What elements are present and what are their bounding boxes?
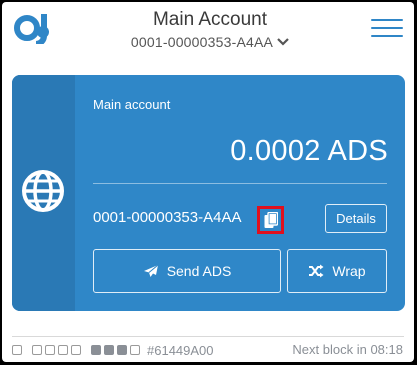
divider [93, 183, 387, 184]
wrap-button[interactable]: Wrap [287, 249, 387, 293]
card-account-address: 0001-00000353-A4AA [93, 209, 242, 226]
app-window: Main Account 0001-00000353-A4AA Main acc… [2, 2, 414, 362]
copy-icon [264, 211, 278, 228]
balance-amount: 0.0002 ADS [230, 135, 388, 167]
status-square [58, 345, 68, 355]
header: Main Account 0001-00000353-A4AA [2, 2, 414, 64]
card-sidebar [12, 75, 75, 311]
chevron-down-icon [277, 38, 289, 46]
status-square [71, 345, 81, 355]
account-header: Main Account 0001-00000353-A4AA [92, 8, 328, 52]
next-block-timer: Next block in 08:18 [292, 342, 403, 357]
status-square-filled [104, 345, 114, 355]
account-label: Main account [93, 97, 171, 112]
send-ads-label: Send ADS [166, 263, 232, 279]
footer-divider [12, 336, 404, 337]
details-button[interactable]: Details [325, 204, 387, 233]
account-address: 0001-00000353-A4AA [130, 34, 274, 50]
send-ads-button[interactable]: Send ADS [93, 249, 281, 293]
block-id: #61449A00 [147, 342, 214, 358]
status-square [32, 345, 42, 355]
account-selector[interactable]: 0001-00000353-A4AA [131, 34, 289, 50]
status-square-filled [117, 345, 127, 355]
globe-icon [22, 170, 64, 212]
status-square [45, 345, 55, 355]
status-square [12, 345, 22, 355]
status-square-filled [91, 345, 101, 355]
copy-address-button[interactable] [257, 206, 284, 234]
page-title: Main Account [152, 9, 268, 30]
status-square [130, 345, 140, 355]
ads-logo-icon[interactable] [14, 12, 56, 44]
hamburger-menu-icon[interactable] [371, 19, 403, 41]
account-card: Main account 0.0002 ADS 0001-00000353-A4… [12, 75, 405, 311]
block-status-indicator: #61449A00 [12, 342, 214, 358]
paper-plane-icon [143, 264, 159, 277]
wrap-label: Wrap [332, 263, 366, 279]
shuffle-icon [309, 264, 324, 278]
